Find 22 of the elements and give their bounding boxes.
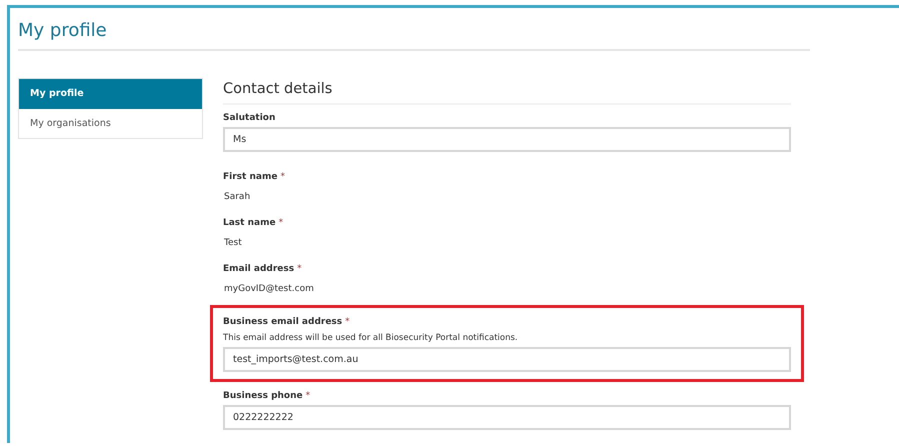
required-mark: *: [297, 264, 302, 274]
help-text: This email address will be used for all Biosecurity Portal notifications.: [223, 333, 519, 343]
sidebar-item[interactable]: My profile: [19, 79, 202, 109]
field-label: Email address: [223, 264, 294, 274]
field-label: First name: [223, 172, 278, 182]
input-field[interactable]: 0222222222: [223, 405, 791, 430]
required-mark: *: [280, 172, 285, 182]
field-value: myGovID@test.com: [223, 284, 315, 294]
required-mark: *: [345, 317, 350, 327]
required-mark: *: [306, 391, 310, 401]
section-title: Contact details: [223, 81, 791, 105]
field-label: Last name: [223, 218, 276, 228]
field-label: Business email address: [223, 317, 342, 327]
required-mark: *: [278, 218, 284, 228]
input-field[interactable]: Ms: [223, 127, 791, 152]
page-title: My profile: [18, 20, 810, 51]
field-label: Business phone: [223, 391, 303, 401]
input-field[interactable]: test_imports@test.com.au: [223, 347, 791, 372]
field-value: Test: [223, 238, 243, 248]
sidebar-item[interactable]: My organisations: [19, 109, 202, 138]
field-label: Salutation: [223, 113, 276, 123]
field-value: Sarah: [223, 192, 252, 202]
